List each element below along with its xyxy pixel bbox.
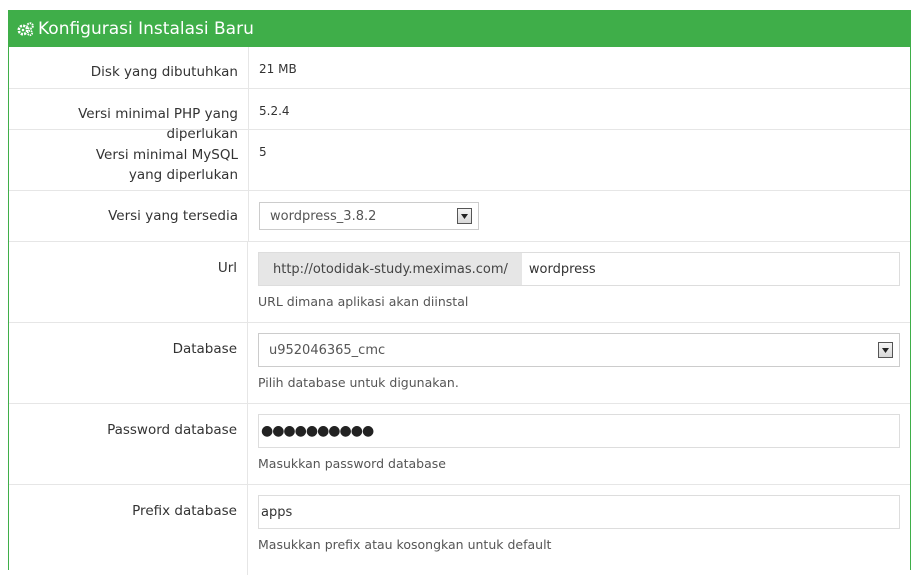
version-select[interactable]: wordpress_3.8.2: [259, 202, 479, 230]
panel-heading: Konfigurasi Instalasi Baru: [9, 11, 910, 47]
prefix-input-value: apps: [261, 504, 293, 520]
label-prefix: Prefix database: [9, 485, 248, 575]
label-mysql: Versi minimal MySQL yang diperlukan: [9, 130, 249, 190]
installation-config-panel: Konfigurasi Instalasi Baru Disk yang dib…: [8, 10, 911, 575]
label-disk: Disk yang dibutuhkan: [9, 47, 249, 88]
password-input-value: ●●●●●●●●●●: [261, 423, 374, 439]
row-disk: Disk yang dibutuhkan 21 MB: [9, 47, 910, 89]
label-version: Versi yang tersedia: [9, 191, 249, 241]
label-php: Versi minimal PHP yang diperlukan: [9, 89, 249, 142]
chevron-down-icon[interactable]: [457, 208, 472, 224]
row-php: Versi minimal PHP yang diperlukan 5.2.4: [9, 89, 910, 142]
label-url: Url: [9, 242, 248, 322]
database-help-text: Pilih database untuk digunakan.: [258, 375, 459, 390]
row-database: Database u952046365_cmc Pilih database u…: [9, 323, 910, 404]
url-input-group: http://otodidak-study.meximas.com/ wordp…: [258, 252, 900, 286]
prefix-input[interactable]: apps: [258, 495, 900, 529]
label-password: Password database: [9, 404, 248, 484]
panel-title: Konfigurasi Instalasi Baru: [38, 19, 254, 39]
value-php: 5.2.4: [259, 104, 290, 118]
chevron-down-icon[interactable]: [878, 342, 893, 358]
url-help-text: URL dimana aplikasi akan diinstal: [258, 294, 469, 309]
database-select[interactable]: u952046365_cmc: [258, 333, 900, 367]
password-input[interactable]: ●●●●●●●●●●: [258, 414, 900, 448]
row-mysql: Versi minimal MySQL yang diperlukan 5: [9, 130, 910, 191]
row-version: Versi yang tersedia wordpress_3.8.2: [9, 191, 910, 242]
label-database: Database: [9, 323, 248, 403]
row-url: Url http://otodidak-study.meximas.com/ w…: [9, 242, 910, 323]
prefix-help-text: Masukkan prefix atau kosongkan untuk def…: [258, 537, 552, 552]
row-password: Password database ●●●●●●●●●● Masukkan pa…: [9, 404, 910, 485]
row-prefix: Prefix database apps Masukkan prefix ata…: [9, 485, 910, 575]
url-prefix-addon: http://otodidak-study.meximas.com/: [259, 253, 522, 285]
gears-icon: [17, 22, 34, 37]
value-mysql: 5: [259, 145, 267, 159]
database-select-value: u952046365_cmc: [269, 342, 386, 358]
password-help-text: Masukkan password database: [258, 456, 446, 471]
value-disk: 21 MB: [259, 62, 297, 76]
url-path-input[interactable]: wordpress: [521, 253, 899, 285]
version-select-value: wordpress_3.8.2: [270, 208, 377, 224]
